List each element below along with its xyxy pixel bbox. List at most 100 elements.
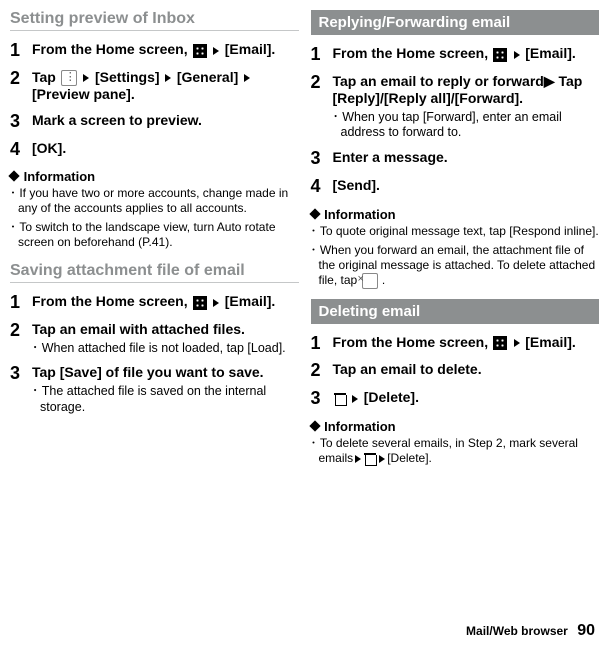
step-text: [OK]. (32, 140, 66, 156)
step-text: [Preview pane]. (32, 86, 135, 102)
step: 3 Tap [Save] of file you want to save. ･… (10, 364, 299, 415)
information-header: Information (311, 419, 600, 434)
step-text: Mark a screen to preview. (32, 112, 202, 128)
step: 4 [Send]. (311, 177, 600, 197)
heading-deleting: Deleting email (311, 299, 600, 324)
step-text: Tap [Save] of file you want to save. (32, 364, 299, 382)
diamond-icon (309, 208, 320, 219)
step-subtext: ･ The attached file is saved on the inte… (32, 384, 299, 415)
info-item: ･ If you have two or more accounts, chan… (10, 186, 299, 216)
step-text: From the Home screen, (32, 293, 192, 309)
step-number: 1 (311, 45, 333, 65)
delete-attachment-icon (362, 273, 378, 289)
step: 2 Tap an email with attached files. ･ Wh… (10, 321, 299, 356)
chevron-right-icon (355, 455, 361, 463)
step-text: [Delete]. (364, 389, 419, 405)
information-header: Information (311, 207, 600, 222)
trash-icon (364, 452, 376, 466)
step-text: [General] (177, 69, 238, 85)
info-text: To quote original message text, tap [Res… (320, 224, 599, 238)
info-text: . (379, 273, 386, 287)
page-columns: Setting preview of Inbox 1 From the Home… (0, 0, 609, 648)
step-subtext-content: The attached file is saved on the intern… (40, 384, 266, 414)
step: 3 Enter a message. (311, 149, 600, 169)
step-subtext-content: When attached file is not loaded, tap [L… (42, 341, 286, 355)
step-text: From the Home screen, (333, 334, 493, 350)
heading-saving-attachment: Saving attachment file of email (10, 262, 299, 283)
information-header: Information (10, 169, 299, 184)
step-text: From the Home screen, (333, 45, 493, 61)
information-label: Information (324, 419, 396, 434)
step-text: [Email]. (525, 45, 576, 61)
step-text-prefix: Tap (32, 69, 60, 85)
step-number: 1 (10, 41, 32, 61)
right-column: Replying/Forwarding email 1 From the Hom… (311, 6, 600, 608)
info-text: If you have two or more accounts, change… (18, 186, 288, 215)
step-text: Tap an email with attached files. (32, 321, 299, 339)
step: 3 Mark a screen to preview. (10, 112, 299, 132)
apps-grid-icon (493, 48, 507, 62)
chevron-right-icon (514, 339, 520, 347)
step: 4 [OK]. (10, 140, 299, 160)
step-number: 2 (311, 361, 333, 381)
step-number: 2 (10, 69, 32, 89)
apps-grid-icon (193, 296, 207, 310)
chevron-right-icon (165, 74, 171, 82)
info-item: ･ To delete several emails, in Step 2, m… (311, 436, 600, 466)
step-text: [Email]. (525, 334, 576, 350)
step: 1 From the Home screen, [Email]. (311, 334, 600, 354)
step: 2 Tap [Settings] [General] [Preview pane… (10, 69, 299, 104)
step-number: 4 (311, 177, 333, 197)
info-text: [Delete]. (387, 451, 432, 465)
diamond-icon (8, 171, 19, 182)
info-item: ･ When you forward an email, the attachm… (311, 243, 600, 289)
left-column: Setting preview of Inbox 1 From the Home… (10, 6, 299, 608)
info-text: To switch to the landscape view, turn Au… (18, 220, 276, 249)
step-subtext: ･ When you tap [Forward], enter an email… (333, 110, 600, 141)
chevron-right-icon (83, 74, 89, 82)
step-number: 1 (10, 293, 32, 313)
diamond-icon (309, 420, 320, 431)
step: 1 From the Home screen, [Email]. (10, 293, 299, 313)
step-subtext-content: When you tap [Forward], enter an email a… (341, 110, 562, 140)
step-text: [Send]. (333, 177, 380, 193)
information-label: Information (24, 169, 96, 184)
apps-grid-icon (493, 336, 507, 350)
step: 1 From the Home screen, [Email]. (311, 45, 600, 65)
step-text: [Email]. (225, 41, 276, 57)
trash-icon (334, 392, 346, 406)
footer-section: Mail/Web browser (466, 624, 568, 638)
step-number: 3 (311, 149, 333, 169)
footer: Mail/Web browser 90 (466, 622, 595, 640)
step-text: [Email]. (225, 293, 276, 309)
step-text: Tap an email to reply or forward▶ Tap [R… (333, 73, 600, 108)
step-text: [Settings] (95, 69, 160, 85)
chevron-right-icon (352, 395, 358, 403)
info-item: ･ To quote original message text, tap [R… (311, 224, 600, 239)
chevron-right-icon (213, 299, 219, 307)
chevron-right-icon (213, 47, 219, 55)
page-number: 90 (577, 622, 595, 639)
step-text: From the Home screen, (32, 41, 192, 57)
step-number: 2 (10, 321, 32, 341)
info-item: ･ To switch to the landscape view, turn … (10, 220, 299, 250)
step-number: 2 (311, 73, 333, 93)
chevron-right-icon (379, 455, 385, 463)
step-number: 4 (10, 140, 32, 160)
heading-setting-preview: Setting preview of Inbox (10, 10, 299, 31)
heading-replying: Replying/Forwarding email (311, 10, 600, 35)
overflow-menu-icon (61, 70, 77, 86)
step-number: 1 (311, 334, 333, 354)
chevron-right-icon (514, 51, 520, 59)
step-subtext: ･ When attached file is not loaded, tap … (32, 341, 299, 357)
information-label: Information (324, 207, 396, 222)
step: 3 [Delete]. (311, 389, 600, 409)
step-number: 3 (10, 112, 32, 132)
step-text: Tap an email to delete. (333, 361, 482, 377)
step-text: Enter a message. (333, 149, 448, 165)
step: 2 Tap an email to reply or forward▶ Tap … (311, 73, 600, 141)
chevron-right-icon (244, 74, 250, 82)
apps-grid-icon (193, 44, 207, 58)
step-number: 3 (10, 364, 32, 384)
step-number: 3 (311, 389, 333, 409)
